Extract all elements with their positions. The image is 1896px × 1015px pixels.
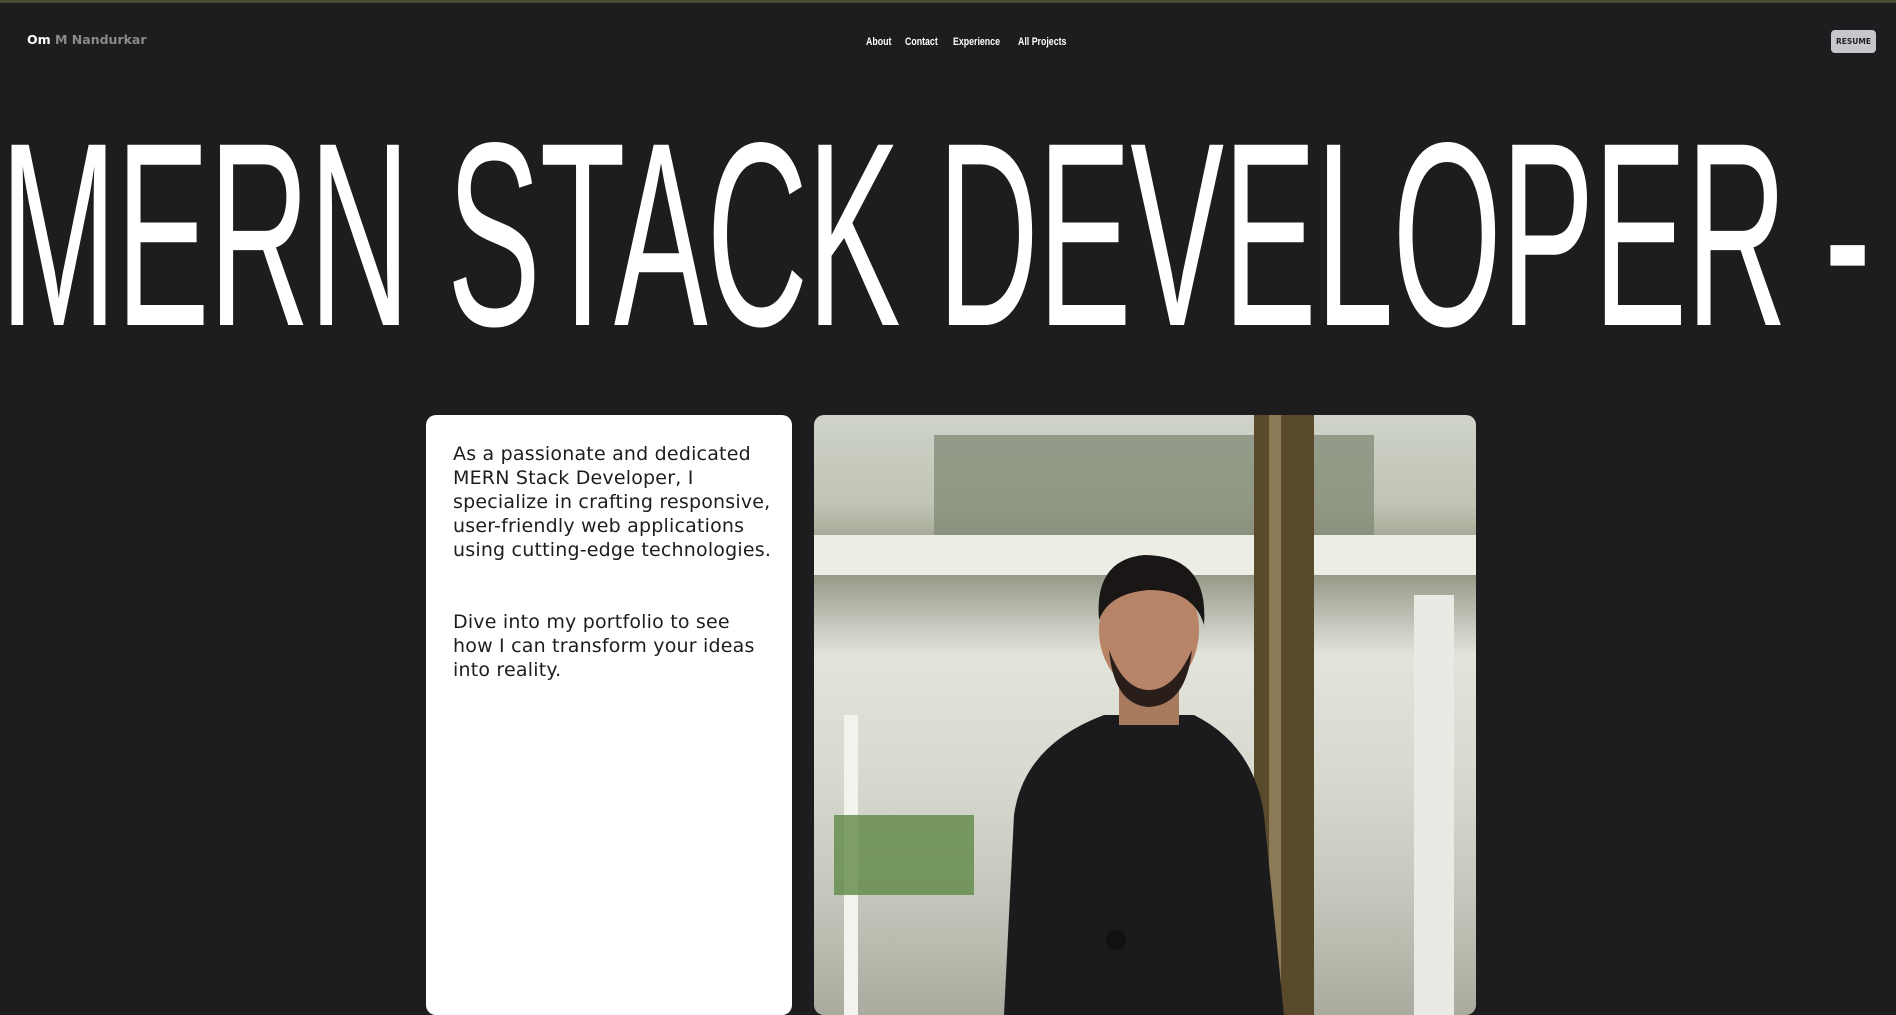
main-nav: About Contact Experience All Projects <box>866 36 1073 48</box>
intro-paragraph-2: Dive into my portfolio to see how I can … <box>453 611 755 681</box>
logo-first-name: Om <box>27 32 51 47</box>
intro-paragraph-1: As a passionate and dedicated MERN Stack… <box>453 443 772 561</box>
profile-photo <box>814 415 1476 1015</box>
nav-about[interactable]: About <box>866 36 891 48</box>
resume-button[interactable]: RESUME <box>1831 30 1876 53</box>
top-border <box>0 0 1896 3</box>
nav-contact[interactable]: Contact <box>905 36 938 48</box>
profile-photo-illustration <box>814 415 1476 1015</box>
intro-card: As a passionate and dedicated MERN Stack… <box>426 415 792 1015</box>
logo-last-name: M Nandurkar <box>55 32 147 47</box>
site-logo[interactable]: Om M Nandurkar <box>27 32 147 47</box>
nav-all-projects[interactable]: All Projects <box>1018 36 1066 48</box>
nav-experience[interactable]: Experience <box>953 36 1000 48</box>
hero-headline: MERN STACK DEVELOPER - <box>0 88 1871 381</box>
